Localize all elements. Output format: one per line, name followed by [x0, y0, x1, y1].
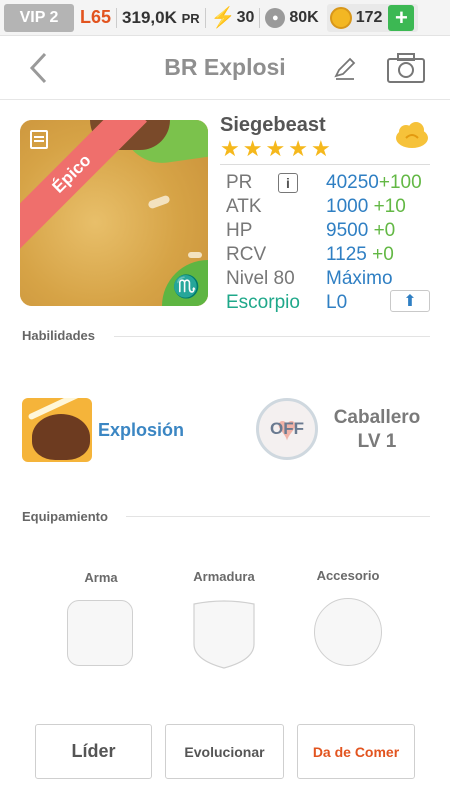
stat-value: 9500 +0 [326, 220, 395, 242]
coin-icon [329, 6, 352, 29]
leader-skill-badge[interactable]: ♥ OFF [256, 398, 318, 460]
stat-label: RCV [226, 244, 267, 265]
camera-icon[interactable] [386, 52, 426, 84]
stat-number: 9500 [326, 220, 369, 241]
team-power-unit: PR [181, 10, 200, 26]
team-power: 319,0K PR [122, 8, 200, 28]
upgrade-zodiac-button[interactable]: ⬆ [390, 290, 430, 312]
stat-increase: +10 [373, 196, 406, 217]
skill-name[interactable]: Explosión [98, 420, 184, 441]
pencil-icon[interactable] [332, 54, 358, 82]
star-icon: ★ [310, 136, 331, 161]
zodiac-level: L0 [326, 292, 348, 313]
star-icon: ★ [288, 136, 308, 161]
star-rating: ★ ★ ★ ★ ★ [220, 138, 331, 160]
skills-heading: Habilidades [22, 328, 95, 343]
leader-skill-status: OFF [270, 419, 304, 438]
weapon-label: Arma [84, 570, 118, 585]
star-icon: ★ [220, 136, 240, 161]
divider [126, 516, 430, 517]
level-value: Máximo [326, 268, 393, 289]
leader-skill-title: Caballero [333, 407, 421, 428]
stat-number: 40250 [326, 172, 379, 193]
armor-slot[interactable] [190, 598, 258, 670]
divider [220, 164, 430, 165]
energy-value: 30 [236, 8, 255, 26]
claw-icon [32, 414, 90, 460]
leader-skill-level: LV 1 [357, 431, 397, 452]
star-icon: ★ [242, 136, 263, 161]
zodiac-row: Escorpio L0 ⬆ [226, 290, 436, 316]
coin-counter[interactable]: 172 + [326, 3, 419, 32]
skill-icon[interactable] [22, 398, 92, 462]
stat-label: HP [226, 220, 253, 241]
stat-increase: +100 [378, 172, 422, 193]
stat-row-rcv: RCV 1125 +0 [226, 244, 436, 268]
status-bar: VIP 2 L65 319,0K PR ⚡ 30 ● 80K 172 + [0, 0, 450, 36]
stat-value: 1125 +0 [326, 244, 394, 266]
leader-skill-name[interactable]: Caballero LV 1 [322, 406, 432, 454]
level-label: Nivel 80 [226, 268, 295, 289]
stat-increase: +0 [373, 220, 396, 241]
divider [259, 7, 261, 28]
stat-row-hp: HP 9500 +0 [226, 220, 436, 244]
accessory-slot[interactable] [314, 598, 382, 666]
feed-button[interactable]: Da de Comer [297, 724, 415, 779]
coin-value: 172 [355, 8, 383, 26]
stat-row-atk: ATK 1000 +10 [226, 196, 436, 220]
stat-number: 1000 [326, 196, 369, 217]
paw-icon: ● [265, 7, 286, 28]
equipment-heading: Equipamiento [22, 509, 108, 524]
armor-label: Armadura [193, 569, 255, 584]
document-icon [30, 130, 48, 149]
scorpio-icon: ♏ [172, 274, 200, 299]
level-row: Nivel 80 Máximo [226, 268, 436, 292]
stat-label: PR [226, 172, 253, 193]
stat-row-pr: PR i 40250+100 [226, 172, 436, 196]
lightning-icon: ⚡ [210, 7, 236, 29]
add-coins-button[interactable]: + [388, 4, 415, 31]
divider [116, 7, 118, 28]
star-icon: ★ [265, 136, 286, 161]
paw-value: 80K [289, 8, 319, 26]
page-title: BR Explosi [164, 54, 286, 80]
creature-name: Siegebeast [220, 114, 326, 136]
page-header: BR Explosi [0, 36, 450, 100]
stat-increase: +0 [372, 244, 394, 265]
stats-table: PR i 40250+100 ATK 1000 +10 HP 9500 +0 R… [226, 172, 436, 316]
creature-card[interactable]: Épico ♏ [20, 120, 208, 306]
bone-decoration [188, 252, 202, 258]
stat-label: ATK [226, 196, 262, 217]
stat-value: 40250+100 [326, 172, 422, 194]
zodiac-label: Escorpio [226, 292, 300, 313]
weapon-slot[interactable] [67, 600, 133, 666]
evolve-button[interactable]: Evolucionar [165, 724, 284, 779]
cloud-icon[interactable] [394, 120, 430, 150]
arrow-up-icon: ⬆ [403, 293, 417, 310]
accessory-label: Accesorio [316, 568, 380, 583]
energy-counter[interactable]: ⚡ 30 [211, 5, 255, 30]
info-icon[interactable]: i [278, 173, 298, 193]
leader-button[interactable]: Líder [35, 724, 152, 779]
team-power-value: 319,0K [122, 7, 177, 27]
stat-number: 1125 [326, 244, 367, 265]
vip-badge[interactable]: VIP 2 [4, 3, 74, 32]
player-level: L65 [80, 7, 112, 27]
divider [204, 7, 206, 28]
divider [114, 336, 430, 337]
stat-value: 1000 +10 [326, 196, 406, 218]
paw-counter[interactable]: ● 80K [265, 7, 319, 28]
